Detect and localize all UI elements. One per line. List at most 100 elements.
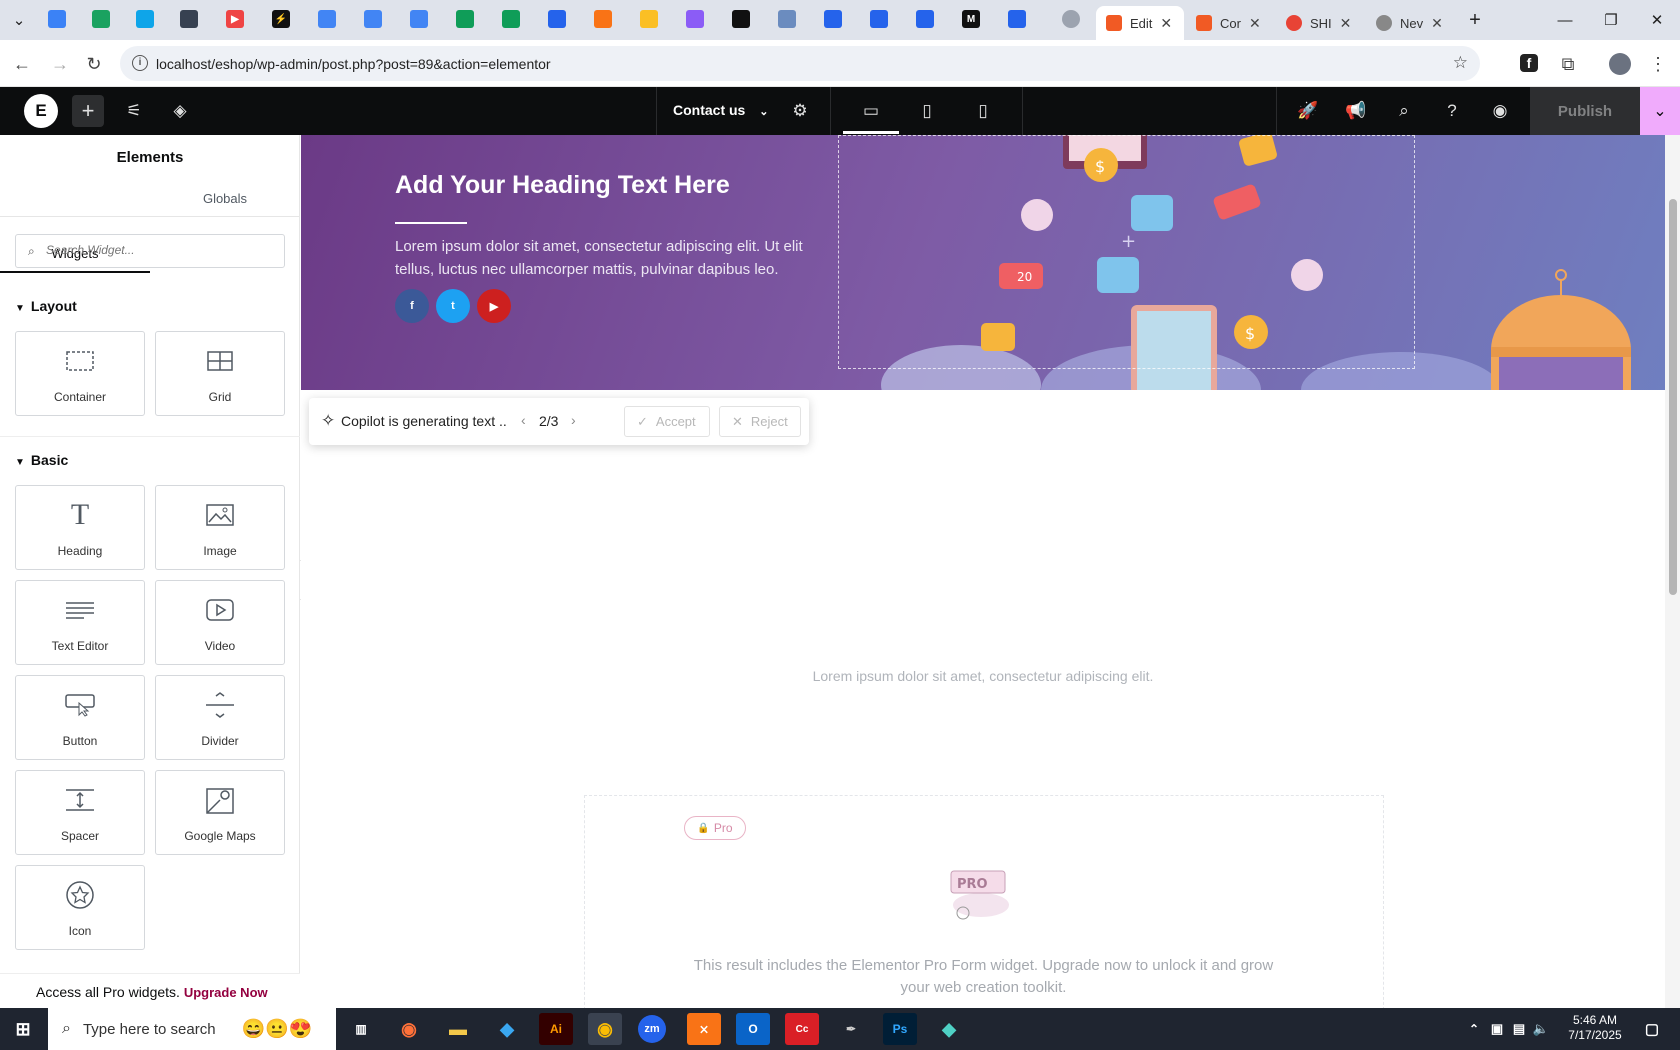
- category-basic-header[interactable]: ▼ Basic: [15, 452, 68, 468]
- forward-icon[interactable]: →: [48, 52, 72, 76]
- taskbar-search-input[interactable]: Type here to search: [83, 1021, 216, 1038]
- reload-icon[interactable]: ↻: [82, 52, 106, 76]
- add-element-button[interactable]: +: [72, 95, 104, 127]
- widget-video[interactable]: Video: [155, 580, 285, 665]
- globe-icon[interactable]: [1062, 10, 1080, 28]
- extension-icon[interactable]: f: [1520, 54, 1538, 72]
- app-icon[interactable]: ◆: [932, 1013, 966, 1045]
- close-icon[interactable]: ✕: [1249, 15, 1261, 32]
- search-input[interactable]: [46, 243, 276, 257]
- hero-section[interactable]: Add Your Heading Text Here Lorem ipsum d…: [301, 135, 1665, 390]
- tab-shi[interactable]: SHI ✕: [1276, 6, 1364, 40]
- publish-button[interactable]: Publish: [1530, 87, 1640, 135]
- widget-search[interactable]: ⌕: [15, 234, 285, 268]
- widget-google-maps[interactable]: Google Maps: [155, 770, 285, 855]
- previous-suggestion-icon[interactable]: ‹: [521, 412, 526, 428]
- pinned-tab-17-icon[interactable]: [778, 10, 796, 28]
- pinned-tab-14-icon[interactable]: [640, 10, 658, 28]
- task-view-icon[interactable]: ▥: [344, 1013, 378, 1045]
- photoshop-icon[interactable]: Ps: [883, 1013, 917, 1045]
- network-icon[interactable]: ▤: [1508, 1013, 1530, 1045]
- close-icon[interactable]: ✕: [1340, 15, 1352, 32]
- text-block[interactable]: Lorem ipsum dolor sit amet, consectetur …: [301, 668, 1665, 684]
- forms-icon[interactable]: [824, 10, 842, 28]
- minimize-button[interactable]: —: [1550, 8, 1580, 32]
- sheets-icon[interactable]: [456, 10, 474, 28]
- pinned-tab-3-icon[interactable]: [136, 10, 154, 28]
- widget-image[interactable]: Image: [155, 485, 285, 570]
- widget-grid[interactable]: Grid: [155, 331, 285, 416]
- close-icon[interactable]: ✕: [1431, 15, 1443, 32]
- accept-button[interactable]: ✓ Accept: [624, 406, 710, 437]
- elementor-logo-icon[interactable]: E: [24, 94, 58, 128]
- tray-chevron-icon[interactable]: ⌃: [1464, 1013, 1484, 1045]
- pinned-tab-16-icon[interactable]: [732, 10, 750, 28]
- widget-icon[interactable]: Icon: [15, 865, 145, 950]
- taskbar-search[interactable]: ⌕ Type here to search 😄😐😍: [48, 1008, 336, 1050]
- forms-icon[interactable]: [870, 10, 888, 28]
- illustrator-icon[interactable]: Ai: [539, 1013, 573, 1045]
- forms-icon[interactable]: [1008, 10, 1026, 28]
- category-layout-header[interactable]: ▼ Layout: [15, 298, 77, 314]
- widget-button[interactable]: Button: [15, 675, 145, 760]
- firefox-icon[interactable]: ◉: [392, 1013, 426, 1045]
- tray-app-icon[interactable]: ▣: [1486, 1013, 1508, 1045]
- notifications-icon[interactable]: ▢: [1638, 1013, 1666, 1045]
- close-icon[interactable]: ✕: [1160, 15, 1172, 32]
- url-text[interactable]: localhost/eshop/wp-admin/post.php?post=8…: [156, 56, 551, 72]
- docs-icon[interactable]: [318, 10, 336, 28]
- pinned-tab-6-icon[interactable]: ⚡: [272, 10, 290, 28]
- new-tab-button[interactable]: +: [1460, 8, 1490, 32]
- publish-options-chevron-icon[interactable]: ⌄: [1640, 87, 1680, 135]
- youtube-icon[interactable]: ▶: [477, 289, 511, 323]
- emoji-search-highlight-icon[interactable]: 😄😐😍: [242, 1017, 313, 1041]
- next-suggestion-icon[interactable]: ›: [571, 412, 576, 428]
- restore-button[interactable]: ❐: [1596, 8, 1626, 32]
- forms-icon[interactable]: [916, 10, 934, 28]
- pinned-tab-1-icon[interactable]: [48, 10, 66, 28]
- bookmark-star-icon[interactable]: ☆: [1453, 53, 1468, 73]
- pinned-tab-2-icon[interactable]: [92, 10, 110, 28]
- canvas-scrollbar[interactable]: [1665, 135, 1680, 1008]
- site-info-icon[interactable]: i: [132, 55, 148, 71]
- system-clock[interactable]: 5:46 AM 7/17/2025: [1560, 1013, 1630, 1043]
- tab-cor[interactable]: Cor ✕: [1186, 6, 1274, 40]
- sheets-icon[interactable]: [502, 10, 520, 28]
- help-icon[interactable]: ?: [1436, 95, 1468, 127]
- outlook-icon[interactable]: O: [736, 1013, 770, 1045]
- upgrade-now-link[interactable]: Upgrade Now: [184, 985, 268, 1000]
- hero-text[interactable]: Lorem ipsum dolor sit amet, consectetur …: [395, 235, 815, 281]
- pinned-tab-12-icon[interactable]: [548, 10, 566, 28]
- page-name-dropdown[interactable]: Contact us ⌄: [673, 102, 768, 118]
- facebook-icon[interactable]: f: [395, 289, 429, 323]
- mobile-icon[interactable]: ▯: [967, 95, 999, 127]
- structure-layers-icon[interactable]: ◈: [164, 95, 196, 127]
- file-explorer-icon[interactable]: ▬: [441, 1013, 475, 1045]
- selected-image-container[interactable]: [838, 135, 1415, 369]
- medium-icon[interactable]: M: [962, 10, 980, 28]
- page-settings-gear-icon[interactable]: ⚙: [784, 95, 816, 127]
- rocket-icon[interactable]: 🚀: [1292, 95, 1324, 127]
- twitter-icon[interactable]: t: [436, 289, 470, 323]
- docs-icon[interactable]: [410, 10, 428, 28]
- scrollbar-thumb[interactable]: [1669, 199, 1677, 595]
- tab-new[interactable]: Nev ✕: [1366, 6, 1454, 40]
- desktop-icon[interactable]: ▭: [855, 95, 887, 127]
- volume-icon[interactable]: 🔈: [1530, 1013, 1552, 1045]
- notifications-megaphone-icon[interactable]: 📢: [1340, 95, 1372, 127]
- preview-eye-icon[interactable]: ◉: [1484, 95, 1516, 127]
- reject-button[interactable]: ✕ Reject: [719, 406, 801, 437]
- close-window-button[interactable]: ✕: [1642, 8, 1672, 32]
- widget-spacer[interactable]: Spacer: [15, 770, 145, 855]
- tab-edit[interactable]: Edit ✕: [1096, 6, 1184, 40]
- tab-search-icon[interactable]: ⌄: [4, 8, 34, 32]
- widget-container[interactable]: Container: [15, 331, 145, 416]
- pinned-tab-4-icon[interactable]: [180, 10, 198, 28]
- widget-heading[interactable]: T Heading: [15, 485, 145, 570]
- site-settings-icon[interactable]: ⚟: [118, 95, 150, 127]
- avatar[interactable]: [1608, 52, 1632, 76]
- pinned-tab-15-icon[interactable]: [686, 10, 704, 28]
- menu-kebab-icon[interactable]: ⋮: [1646, 52, 1670, 76]
- url-field[interactable]: i localhost/eshop/wp-admin/post.php?post…: [120, 46, 1480, 81]
- windows-start-icon[interactable]: ⊞: [6, 1013, 40, 1045]
